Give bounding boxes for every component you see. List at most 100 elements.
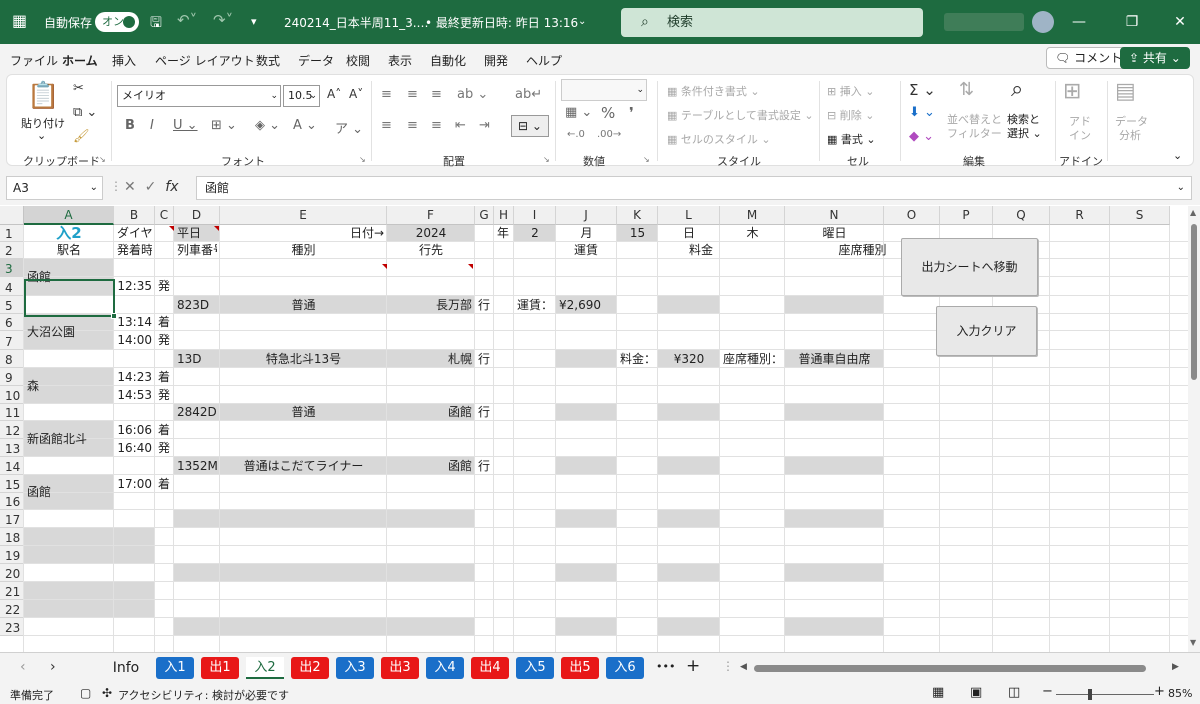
- row-header-13[interactable]: 13: [0, 439, 24, 457]
- cell-l2[interactable]: 料金: [620, 242, 782, 259]
- zoom-slider[interactable]: [1056, 694, 1154, 695]
- cell-j5[interactable]: ¥2,690: [559, 296, 614, 314]
- row-header-10[interactable]: 10: [0, 386, 24, 404]
- cell-c12[interactable]: 着: [158, 421, 171, 439]
- cell-f8[interactable]: 札幌: [390, 350, 472, 368]
- menu-page-layout[interactable]: ページ レイアウト: [155, 52, 255, 69]
- align-top-icon[interactable]: ≡: [381, 87, 392, 102]
- accessibility-icon[interactable]: ✣: [102, 686, 112, 700]
- row-header-12[interactable]: 12: [0, 421, 24, 439]
- menu-help[interactable]: ヘルプ: [526, 52, 562, 69]
- last-modified[interactable]: • 最終更新日時: 昨日 13:16: [425, 14, 578, 31]
- bold-icon[interactable]: B: [125, 118, 135, 133]
- cell-e2[interactable]: 種別: [223, 242, 384, 259]
- cell-d1[interactable]: 平日: [177, 225, 217, 242]
- restore-icon[interactable]: ❐: [1117, 10, 1147, 34]
- page-layout-view-icon[interactable]: ▣: [970, 685, 982, 700]
- column-header-k[interactable]: K: [617, 206, 658, 225]
- number-launcher-icon[interactable]: ↘: [643, 155, 650, 164]
- cell-b7[interactable]: 14:00: [117, 331, 152, 350]
- cell-b1[interactable]: ダイヤ：: [117, 225, 152, 242]
- row-header-22[interactable]: 22: [0, 600, 24, 618]
- clear-input-button[interactable]: 入力クリア: [936, 306, 1037, 356]
- cell-b15[interactable]: 17:00: [117, 475, 152, 493]
- font-name-select[interactable]: メイリオ ⌄: [117, 85, 281, 107]
- cell-styles-button[interactable]: ▦ セルのスタイル ⌄: [667, 131, 771, 147]
- row-header-11[interactable]: 11: [0, 404, 24, 421]
- column-header-i[interactable]: I: [514, 206, 556, 225]
- tab-in1[interactable]: 入1: [156, 657, 194, 679]
- number-format-select[interactable]: ⌄: [561, 79, 647, 101]
- cell-c13[interactable]: 発: [158, 439, 171, 457]
- undo-icon[interactable]: ↶˅: [177, 11, 197, 29]
- cell-f2[interactable]: 行先: [390, 242, 472, 259]
- add-ins-icon[interactable]: ⊞: [1063, 79, 1081, 104]
- align-right-icon[interactable]: ≡: [431, 118, 442, 133]
- cell-c10[interactable]: 発: [158, 386, 171, 404]
- cell-b4[interactable]: 12:35: [117, 277, 152, 296]
- tab-in3[interactable]: 入3: [336, 657, 374, 679]
- cell-j1[interactable]: 月: [559, 225, 614, 242]
- wrap-text-icon[interactable]: ab↵: [515, 87, 542, 102]
- underline-icon[interactable]: U ⌄: [173, 118, 198, 133]
- minimize-icon[interactable]: —: [1064, 10, 1094, 34]
- column-header-l[interactable]: L: [658, 206, 720, 225]
- next-sheet-icon[interactable]: ›: [50, 659, 56, 675]
- column-header-n[interactable]: N: [785, 206, 884, 225]
- find-select-icon[interactable]: ⌕: [1011, 77, 1023, 102]
- move-to-output-sheet-button[interactable]: 出力シートへ移動: [901, 238, 1038, 296]
- redo-icon[interactable]: ↷˅: [213, 11, 233, 29]
- add-sheet-button[interactable]: +: [686, 656, 700, 676]
- menu-automate[interactable]: 自動化: [430, 52, 466, 69]
- format-painter-icon[interactable]: 🖌: [73, 129, 90, 144]
- accounting-format-icon[interactable]: ▦ ⌄: [565, 105, 592, 120]
- zoom-level[interactable]: 85%: [1168, 687, 1192, 700]
- cell-m1[interactable]: 木: [723, 225, 782, 242]
- menu-view[interactable]: 表示: [388, 52, 412, 69]
- delete-cells-button[interactable]: ⊟ 削除 ⌄: [827, 107, 874, 123]
- row-header-8[interactable]: 8: [0, 350, 24, 368]
- cell-m8[interactable]: 座席種別：: [723, 350, 782, 368]
- scroll-right-icon[interactable]: ▶: [1172, 662, 1179, 672]
- search-box[interactable]: ⌕ 検索: [621, 8, 923, 37]
- zoom-slider-thumb[interactable]: [1088, 689, 1092, 700]
- save-icon[interactable]: 🖫: [150, 12, 162, 36]
- name-box-resize-icon[interactable]: ⋮: [110, 179, 122, 193]
- tab-out4[interactable]: 出4: [471, 657, 509, 679]
- comment-button[interactable]: 🗨 コメント: [1046, 47, 1132, 69]
- conditional-formatting-button[interactable]: ▦ 条件付き書式 ⌄: [667, 83, 760, 99]
- sort-filter-icon[interactable]: ⇅: [959, 79, 974, 100]
- column-header-m[interactable]: M: [720, 206, 785, 225]
- menu-review[interactable]: 校閲: [346, 52, 370, 69]
- cell-e14[interactable]: 普通はこだてライナー: [223, 457, 384, 475]
- column-header-p[interactable]: P: [940, 206, 993, 225]
- menu-developer[interactable]: 開発: [484, 52, 508, 69]
- normal-view-icon[interactable]: ▦: [932, 685, 944, 700]
- cell-c9[interactable]: 着: [158, 368, 171, 386]
- fill-handle[interactable]: [111, 313, 117, 319]
- cell-a2[interactable]: 駅名: [27, 242, 111, 259]
- align-left-icon[interactable]: ≡: [381, 118, 392, 133]
- account-name[interactable]: [944, 13, 1024, 31]
- insert-function-icon[interactable]: fx: [165, 179, 178, 195]
- orientation-icon[interactable]: ab ⌄: [457, 87, 488, 102]
- vertical-scroll-thumb[interactable]: [1191, 224, 1197, 380]
- spreadsheet-grid[interactable]: ABCDEFGHIJKLMNOPQRS 1 2 3 4 5 6 7 8 9 10 11 12 13 14 1…: [0, 206, 1188, 652]
- cell-c7[interactable]: 発: [158, 331, 171, 350]
- tab-in5[interactable]: 入5: [516, 657, 554, 679]
- decrease-decimal-icon[interactable]: .00→: [597, 129, 621, 140]
- menu-home[interactable]: ホーム: [62, 52, 98, 75]
- tab-out1[interactable]: 出1: [201, 657, 239, 679]
- cell-k8[interactable]: 料金：: [620, 350, 655, 368]
- menu-formulas[interactable]: 数式: [256, 52, 280, 69]
- cell-f5[interactable]: 長万部: [390, 296, 472, 314]
- tab-info[interactable]: Info: [106, 657, 146, 679]
- cell-g14[interactable]: 行: [478, 457, 491, 475]
- paste-icon[interactable]: 📋: [27, 81, 59, 111]
- cell-d5[interactable]: 823D: [177, 296, 217, 314]
- row-header-20[interactable]: 20: [0, 564, 24, 582]
- cell-h1[interactable]: 年: [497, 225, 511, 242]
- cell-b6[interactable]: 13:14: [117, 314, 152, 331]
- cancel-icon[interactable]: ✕: [124, 179, 136, 195]
- tab-in6[interactable]: 入6: [606, 657, 644, 679]
